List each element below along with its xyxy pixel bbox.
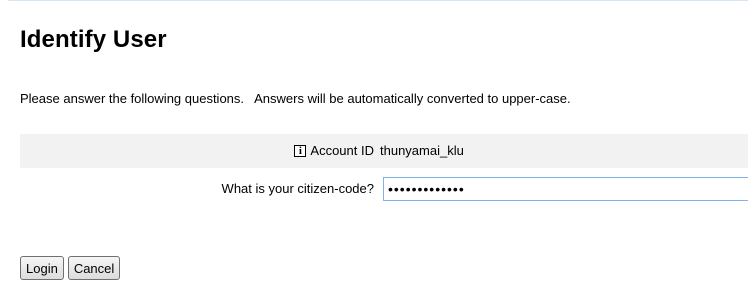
info-icon[interactable]: i bbox=[294, 145, 307, 157]
account-id-label-group: i Account ID bbox=[294, 134, 374, 168]
top-divider bbox=[8, 0, 748, 1]
cancel-button[interactable]: Cancel bbox=[67, 256, 121, 280]
page-title: Identify User bbox=[20, 26, 167, 53]
account-id-row: i Account ID thunyamai_klu bbox=[20, 134, 748, 168]
account-id-label: Account ID bbox=[310, 143, 374, 158]
citizen-code-label-group: What is your citizen-code? bbox=[222, 172, 374, 206]
button-bar: Login Cancel bbox=[20, 256, 121, 280]
account-id-value: thunyamai_klu bbox=[380, 143, 464, 158]
citizen-code-row: What is your citizen-code? bbox=[20, 172, 748, 206]
citizen-code-input[interactable] bbox=[383, 177, 748, 201]
login-button[interactable]: Login bbox=[20, 256, 64, 280]
instructions-text: Please answer the following questions. A… bbox=[20, 91, 571, 106]
citizen-code-label: What is your citizen-code? bbox=[221, 181, 374, 196]
